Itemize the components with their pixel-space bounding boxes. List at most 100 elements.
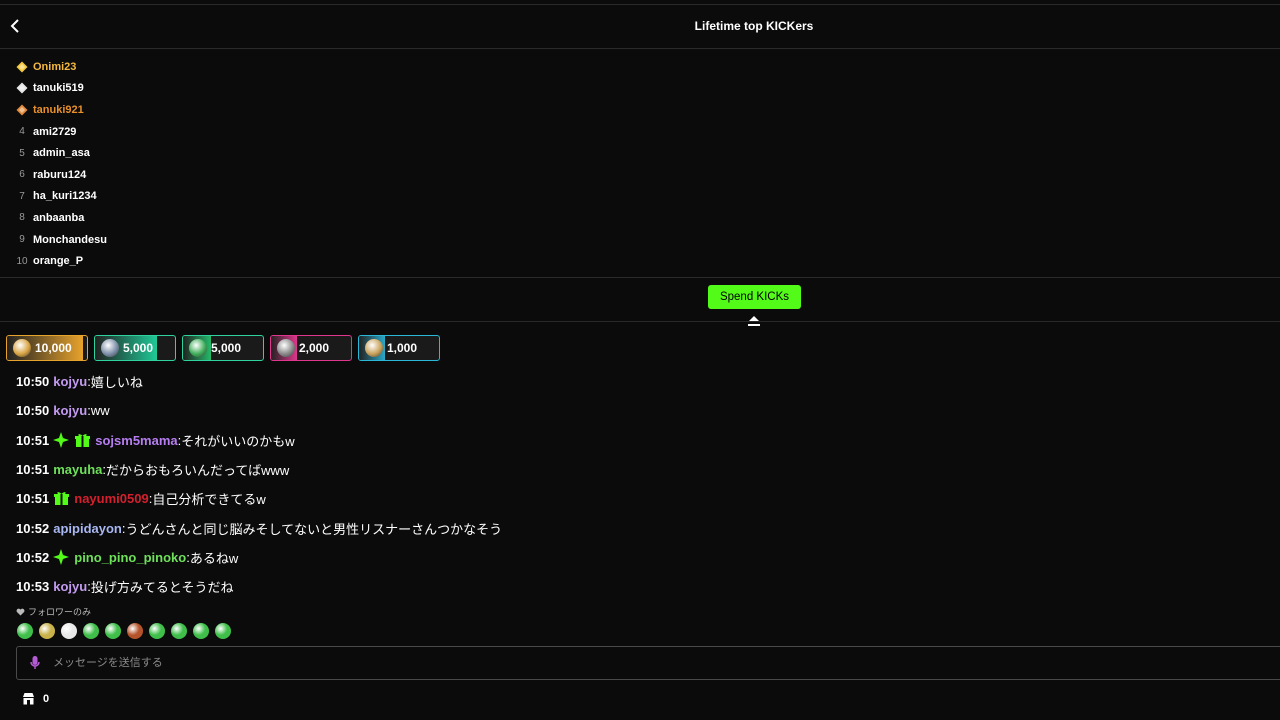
- leaderboard-username[interactable]: ha_kuri1234: [33, 190, 97, 202]
- divider: [0, 321, 1280, 322]
- message-text: うどんさんと同じ脳みそしてないと男性リスナーさんつかなそう: [125, 521, 503, 537]
- chat-username[interactable]: sojsm5mama: [95, 433, 177, 448]
- rank-number: 4: [19, 126, 25, 138]
- message-timestamp: 10:51: [16, 462, 50, 478]
- leaderboard-username[interactable]: Monchandesu: [33, 234, 107, 246]
- message-timestamp: 10:52: [16, 520, 50, 536]
- chat-username[interactable]: kojyu: [53, 579, 87, 594]
- kick-amount: 10,000: [35, 341, 72, 355]
- emote-icon[interactable]: [61, 623, 77, 639]
- chat-input-box[interactable]: [16, 646, 1280, 680]
- kick-chip[interactable]: 10,000: [6, 335, 88, 361]
- leaderboard-username[interactable]: Onimi23: [33, 61, 76, 73]
- leaderboard-username[interactable]: tanuki921: [33, 104, 84, 116]
- avatar: [13, 339, 31, 357]
- message-timestamp: 10:51: [16, 432, 50, 448]
- chat-message: 10:53 kojyu: 投げ方みてるとそうだね: [16, 572, 1256, 601]
- kick-amount: 5,000: [123, 341, 154, 355]
- chat-username[interactable]: kojyu: [53, 374, 87, 389]
- kick-chip[interactable]: 1,000: [358, 335, 440, 361]
- emote-icon[interactable]: [171, 623, 187, 639]
- chat-message: 10:50 kojyu: 嬉しいね: [16, 367, 1256, 396]
- rank-number: 10: [16, 255, 28, 267]
- chat-message: 10:51 mayuha: だからおもろいんだってばwww: [16, 455, 1256, 484]
- leaderboard-row[interactable]: 7 ha_kuri1234: [12, 186, 412, 208]
- leaderboard-row[interactable]: 8 anbaanba: [12, 207, 412, 229]
- emote-icon[interactable]: [17, 623, 33, 639]
- top-kickers-list: Onimi23 tanuki519 tanuki921 4 ami2729 5 admin_…: [12, 56, 412, 272]
- emote-icon[interactable]: [105, 623, 121, 639]
- kick-chip[interactable]: 5,000: [94, 335, 176, 361]
- chat-username[interactable]: mayuha: [53, 462, 102, 477]
- leaderboard-username[interactable]: ami2729: [33, 126, 76, 138]
- emote-icon[interactable]: [83, 623, 99, 639]
- chat-username[interactable]: apipidayon: [53, 521, 122, 536]
- gift-badge-icon: [53, 491, 69, 507]
- chat-messages: 10:50 kojyu: 嬉しいね 10:50 kojyu: ww 10:51 sojsm…: [16, 367, 1256, 601]
- leaderboard-username[interactable]: admin_asa: [33, 147, 90, 159]
- store-icon[interactable]: [22, 692, 35, 705]
- kick-leaderboard-chips: 10,000 5,000 5,000 2,000 1,000: [6, 335, 440, 361]
- message-timestamp: 10:53: [16, 579, 50, 595]
- followers-only-notice: フォロワーのみ: [16, 605, 91, 618]
- back-button[interactable]: [6, 15, 24, 37]
- leaderboard-row[interactable]: Onimi23: [12, 56, 412, 78]
- emote-icon[interactable]: [149, 623, 165, 639]
- avatar: [277, 339, 295, 357]
- leaderboard-username[interactable]: anbaanba: [33, 212, 84, 224]
- message-timestamp: 10:52: [16, 549, 50, 565]
- kick-balance[interactable]: 0: [22, 692, 49, 705]
- leaderboard-username[interactable]: raburu124: [33, 169, 86, 181]
- rank-number: 5: [19, 147, 25, 159]
- leaderboard-username[interactable]: orange_P: [33, 255, 83, 267]
- kick-amount: 1,000: [387, 341, 418, 355]
- divider: [0, 277, 1280, 278]
- bronze-diamond-icon: [12, 104, 32, 116]
- header: Lifetime top KICKers: [0, 5, 1280, 49]
- rank-number: 6: [19, 169, 25, 181]
- kick-amount: 5,000: [211, 341, 242, 355]
- rank-number: 8: [19, 212, 25, 224]
- leaderboard-row[interactable]: 5 admin_asa: [12, 142, 412, 164]
- leaderboard-row[interactable]: 4 ami2729: [12, 121, 412, 143]
- rank-number: 9: [19, 234, 25, 246]
- chat-username[interactable]: nayumi0509: [74, 491, 148, 506]
- message-text: ww: [90, 403, 110, 419]
- silver-diamond-icon: [12, 82, 32, 94]
- leaderboard-username[interactable]: tanuki519: [33, 82, 84, 94]
- gold-diamond-icon: [12, 61, 32, 73]
- leaderboard-row[interactable]: 10 orange_P: [12, 250, 412, 272]
- message-text: 嬉しいね: [90, 375, 143, 391]
- leaderboard-row[interactable]: tanuki921: [12, 99, 412, 121]
- avatar: [365, 339, 383, 357]
- emote-icon[interactable]: [39, 623, 55, 639]
- kick-chip[interactable]: 5,000: [182, 335, 264, 361]
- leaderboard-row[interactable]: 9 Monchandesu: [12, 229, 412, 251]
- heart-icon: [16, 608, 25, 616]
- sparkle-badge-icon: [53, 432, 70, 449]
- emote-icon[interactable]: [127, 623, 143, 639]
- message-text: それがいいのかもw: [181, 433, 295, 449]
- rank-number: 7: [19, 190, 25, 202]
- microphone-icon[interactable]: [29, 655, 41, 671]
- chat-username[interactable]: pino_pino_pinoko: [74, 550, 186, 565]
- emote-icon[interactable]: [193, 623, 209, 639]
- chat-message-input[interactable]: [51, 656, 1055, 670]
- message-timestamp: 10:50: [16, 374, 50, 390]
- chat-username[interactable]: kojyu: [53, 403, 87, 418]
- kick-amount: 2,000: [299, 341, 330, 355]
- spend-kicks-button[interactable]: Spend KICKs: [708, 285, 801, 309]
- emote-icon[interactable]: [215, 623, 231, 639]
- leaderboard-row[interactable]: 6 raburu124: [12, 164, 412, 186]
- message-text: 自己分析できてるw: [152, 492, 266, 508]
- message-text: だからおもろいんだってばwww: [106, 463, 290, 479]
- message-text: 投げ方みてるとそうだね: [90, 580, 234, 596]
- message-timestamp: 10:50: [16, 403, 50, 419]
- kick-chip[interactable]: 2,000: [270, 335, 352, 361]
- message-text: あるねw: [189, 550, 239, 566]
- message-timestamp: 10:51: [16, 491, 50, 507]
- emote-bar: [17, 623, 231, 639]
- avatar: [101, 339, 119, 357]
- chevron-left-icon: [10, 19, 19, 33]
- leaderboard-row[interactable]: tanuki519: [12, 78, 412, 100]
